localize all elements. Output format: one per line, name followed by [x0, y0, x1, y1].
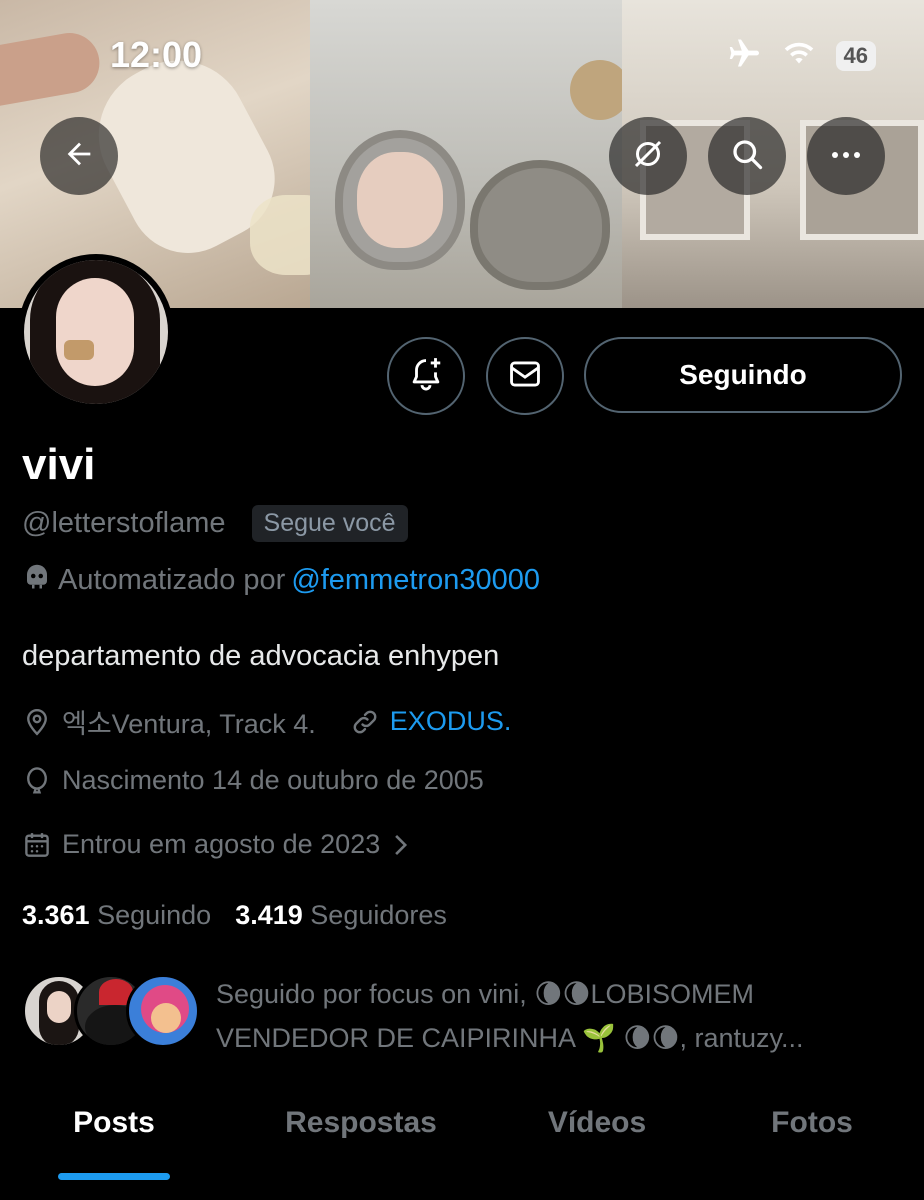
balloon-icon [22, 766, 52, 796]
website-link[interactable]: EXODUS. [390, 706, 512, 737]
battery-indicator: 46 [835, 40, 876, 71]
followed-by-text[interactable]: Seguido por focus on vini, 🌘🌘LOBISOMEM V… [216, 972, 876, 1060]
profile-avatar[interactable] [18, 254, 174, 410]
automated-row: Automatizado por @femmetron30000 [22, 561, 540, 599]
handle-row: @letterstoflame Segue você [22, 505, 408, 542]
location-text: 엑소Ventura, Track 4. [62, 709, 316, 739]
following-label: Seguindo [97, 900, 212, 930]
message-icon [506, 355, 544, 398]
more-button[interactable] [807, 117, 885, 195]
search-icon [729, 136, 765, 177]
tab-replies[interactable]: Respostas [228, 1090, 494, 1200]
followers-label: Seguidores [310, 900, 447, 930]
location-icon [22, 707, 52, 737]
notify-button[interactable] [387, 337, 465, 415]
tab-photos[interactable]: Fotos [700, 1090, 924, 1200]
automated-by-link[interactable]: @femmetron30000 [291, 564, 540, 597]
joined-row[interactable]: Entrou em agosto de 2023 [22, 829, 420, 860]
following-button[interactable]: Seguindo [584, 337, 902, 413]
tab-videos[interactable]: Vídeos [494, 1090, 700, 1200]
follower-avatar [126, 974, 200, 1048]
mute-icon [630, 136, 666, 177]
follows-you-badge: Segue você [251, 505, 408, 542]
airplane-icon [726, 38, 762, 73]
profile-name: vivi [22, 440, 96, 489]
notify-icon [407, 355, 445, 398]
joined-text: Entrou em agosto de 2023 [62, 829, 381, 859]
mute-button[interactable] [609, 117, 687, 195]
followed-by-line2: VENDEDOR DE CAIPIRINHA 🌱 🌘🌘, rantuzy... [216, 1023, 804, 1053]
status-time: 12:00 [110, 34, 203, 75]
profile-tabs: Posts Respostas Vídeos Fotos [0, 1090, 924, 1200]
chevron-right-icon [390, 832, 410, 858]
search-button[interactable] [708, 117, 786, 195]
birth-text: Nascimento 14 de outubro de 2005 [62, 765, 484, 795]
following-count-link[interactable]: 3.361 Seguindo [22, 900, 211, 931]
calendar-icon [22, 830, 52, 860]
banner-photo-locket [310, 0, 630, 308]
followed-by-avatars[interactable] [22, 974, 200, 1048]
link-icon [350, 707, 380, 737]
tab-posts[interactable]: Posts [0, 1090, 228, 1200]
bot-icon [22, 561, 52, 599]
profile-handle: @letterstoflame [22, 507, 226, 539]
automated-label: Automatizado por [58, 563, 286, 596]
active-tab-indicator [58, 1173, 170, 1180]
status-icons: 46 [726, 38, 876, 73]
birth-row: Nascimento 14 de outubro de 2005 [22, 765, 484, 796]
followed-by-line1: Seguido por focus on vini, 🌘🌘LOBISOMEM [216, 979, 755, 1009]
more-icon [828, 147, 864, 165]
message-button[interactable] [486, 337, 564, 415]
back-button[interactable] [40, 117, 118, 195]
following-count: 3.361 [22, 900, 90, 930]
wifi-icon [782, 39, 816, 72]
follow-counts: 3.361 Seguindo 3.419 Seguidores [22, 900, 447, 931]
profile-bio: departamento de advocacia enhypen [22, 640, 500, 672]
location-website-row: 엑소Ventura, Track 4. EXODUS. [22, 702, 511, 741]
followers-count-link[interactable]: 3.419 Seguidores [235, 900, 447, 931]
back-icon [62, 137, 96, 176]
followers-count: 3.419 [235, 900, 303, 930]
